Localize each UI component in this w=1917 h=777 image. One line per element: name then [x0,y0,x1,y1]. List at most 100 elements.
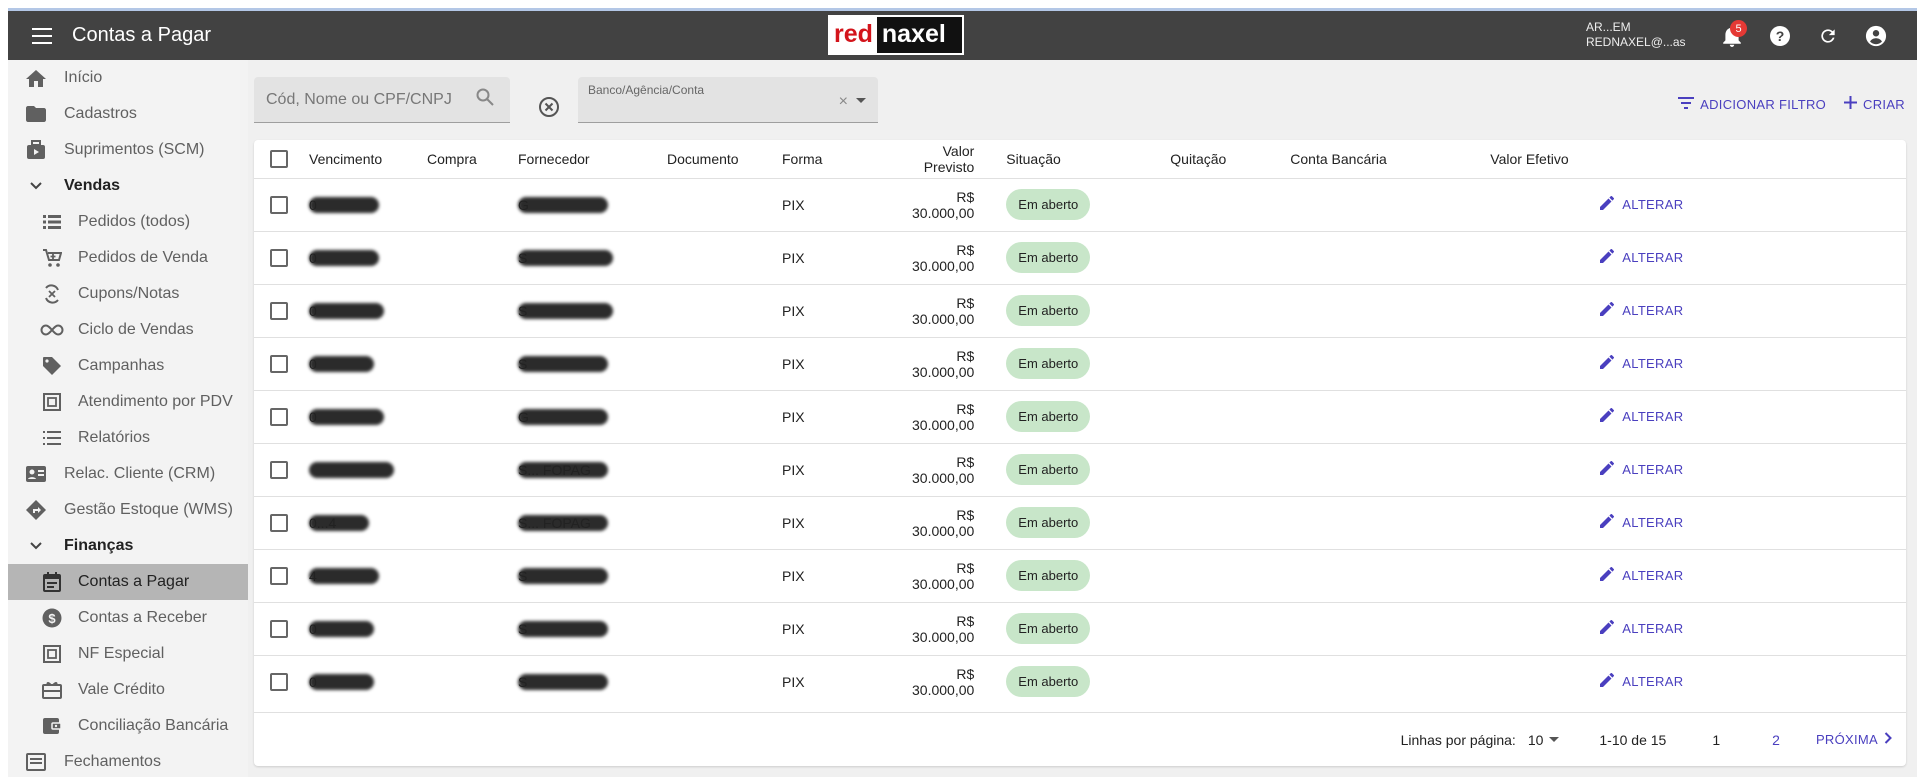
table-row[interactable]: 0 S PIX R$ 30.000,00 Em aberto ALTERAR [254,231,1906,284]
column-header[interactable]: Documento [667,140,782,178]
sidebar-item-crm[interactable]: Relac. Cliente (CRM) [8,456,248,492]
table-row[interactable]: 0 S PIX R$ 30.000,00 Em aberto ALTERAR [254,284,1906,337]
table-row[interactable]: 0 G PIX R$ 30.000,00 Em aberto ALTERAR [254,390,1906,443]
bank-account-select[interactable]: Banco/Agência/Conta × [578,77,878,123]
edit-button[interactable]: ALTERAR [1600,461,1683,478]
sidebar-item-relatorios[interactable]: Relatórios [8,420,248,456]
column-header[interactable]: Situação [1006,140,1170,178]
column-header[interactable]: Conta Bancária [1290,140,1490,178]
edit-label: ALTERAR [1622,515,1684,530]
sidebar-item-contas-pagar[interactable]: Contas a Pagar [8,564,248,600]
due-date-text: 0 [309,250,317,267]
edit-label: ALTERAR [1622,250,1684,265]
top-app-bar: Contas a Pagar red naxel AR...EM REDNAXE… [8,8,1917,60]
column-header[interactable]: Compra [427,140,518,178]
payment-method-cell: PIX [782,567,805,584]
edit-button[interactable]: ALTERAR [1600,302,1683,319]
rows-per-page-select[interactable]: 10 [1528,732,1560,748]
page-2-button[interactable]: 2 [1766,728,1786,752]
sidebar-item-label: Fechamentos [64,753,161,770]
sidebar-item-inicio[interactable]: Início [8,60,248,96]
bank-account-cell [1290,337,1490,390]
row-checkbox[interactable] [270,195,288,214]
edit-button[interactable]: ALTERAR [1600,408,1683,425]
edit-button[interactable]: ALTERAR [1600,567,1683,584]
row-checkbox[interactable] [270,566,288,585]
table-row[interactable]: S... FOPAG PIX R$ 30.000,00 Em aberto ALTERA… [254,443,1906,496]
sidebar-item-nf-especial[interactable]: NF Especial [8,636,248,672]
add-filter-button[interactable]: ADICIONAR FILTRO [1678,96,1826,112]
column-header[interactable]: Quitação [1170,140,1290,178]
hamburger-menu-icon[interactable] [24,18,60,54]
row-checkbox[interactable] [270,672,288,691]
next-page-button[interactable]: PRÓXIMA [1816,732,1892,747]
document-cell [667,231,782,284]
search-field[interactable] [254,77,510,123]
clear-search-icon[interactable] [538,96,562,120]
row-checkbox[interactable] [270,619,288,638]
help-icon[interactable]: ? [1763,19,1797,53]
pencil-icon [1600,196,1615,213]
select-all-checkbox[interactable] [270,149,288,168]
sidebar-item-label: Suprimentos (SCM) [64,141,205,158]
sidebar-item-suprimentos[interactable]: Suprimentos (SCM) [8,132,248,168]
sidebar-item-fechamentos[interactable]: Fechamentos [8,744,248,777]
sidebar-item-cupons-notas[interactable]: Cupons/Notas [8,276,248,312]
redaction-mark [309,568,379,585]
payables-table-card: Vencimento Compra Fornecedor Documento F… [254,140,1906,766]
sidebar-item-conciliacao[interactable]: Conciliação Bancária [8,708,248,744]
sidebar-item-vale-credito[interactable]: Vale Crédito [8,672,248,708]
dropdown-arrow-icon[interactable] [856,98,866,103]
edit-label: ALTERAR [1622,674,1684,690]
edit-button[interactable]: ALTERAR [1600,514,1683,531]
pencil-icon [1600,567,1615,584]
bank-clear-icon[interactable]: × [839,93,848,111]
sidebar-item-ciclo-vendas[interactable]: Ciclo de Vendas [8,312,248,348]
sidebar-item-atendimento-pdv[interactable]: Atendimento por PDV [8,384,248,420]
edit-button[interactable]: ALTERAR [1600,673,1683,690]
table-row[interactable]: 0 S PIX R$ 30.000,00 Em aberto ALTERAR [254,602,1906,655]
page-1-button[interactable]: 1 [1706,728,1726,752]
row-checkbox[interactable] [270,407,288,426]
column-header[interactable]: Valor Previsto [912,140,1006,178]
table-header-row: Vencimento Compra Fornecedor Documento F… [254,140,1906,178]
table-row[interactable]: 0 S PIX R$ 30.000,00 Em aberto ALTERAR [254,655,1906,708]
sidebar-item-pedidos-todos[interactable]: Pedidos (todos) [8,204,248,240]
account-icon[interactable] [1859,19,1893,53]
edit-button[interactable]: ALTERAR [1600,249,1683,266]
column-header[interactable]: Valor Efetivo [1490,140,1600,178]
search-icon[interactable] [476,88,494,111]
table-row[interactable]: 0...4 S... FOPAG PIX R$ 30.000,00 Em aberto A… [254,496,1906,549]
refresh-icon[interactable] [1811,19,1845,53]
table-row[interactable]: 0 S PIX R$ 30.000,00 Em aberto ALTERAR [254,337,1906,390]
redaction-mark [309,462,394,479]
column-header[interactable]: Vencimento [309,140,427,178]
table-row[interactable]: 4 S PIX R$ 30.000,00 Em aberto ALTERAR [254,549,1906,602]
supplier-cell: S [518,621,608,638]
row-checkbox[interactable] [270,354,288,373]
notifications-icon[interactable]: 5 [1715,19,1749,53]
row-checkbox[interactable] [270,513,288,532]
sidebar-item-vendas[interactable]: Vendas [8,168,248,204]
effective-value-cell [1490,602,1600,655]
sidebar-item-pedidos-venda[interactable]: Pedidos de Venda [8,240,248,276]
create-button[interactable]: CRIAR [1844,96,1905,112]
table-row[interactable]: 0 G PIX R$ 30.000,00 Em aberto ALTERAR [254,178,1906,231]
settlement-cell [1170,390,1290,443]
row-checkbox[interactable] [270,248,288,267]
sidebar-item-cadastros[interactable]: Cadastros [8,96,248,132]
edit-button[interactable]: ALTERAR [1600,355,1683,372]
row-checkbox[interactable] [270,460,288,479]
edit-button[interactable]: ALTERAR [1600,620,1683,637]
sidebar-item-campanhas[interactable]: Campanhas [8,348,248,384]
row-checkbox[interactable] [270,301,288,320]
cart-icon [40,246,64,270]
sidebar-item-wms[interactable]: Gestão Estoque (WMS) [8,492,248,528]
column-header[interactable]: Fornecedor [518,140,667,178]
edit-button[interactable]: ALTERAR [1600,196,1683,213]
column-header[interactable]: Forma [782,140,912,178]
rednaxel-logo[interactable]: red naxel [828,15,964,55]
search-input[interactable] [266,90,476,109]
sidebar-item-contas-receber[interactable]: $ Contas a Receber [8,600,248,636]
sidebar-item-financas[interactable]: Finanças [8,528,248,564]
